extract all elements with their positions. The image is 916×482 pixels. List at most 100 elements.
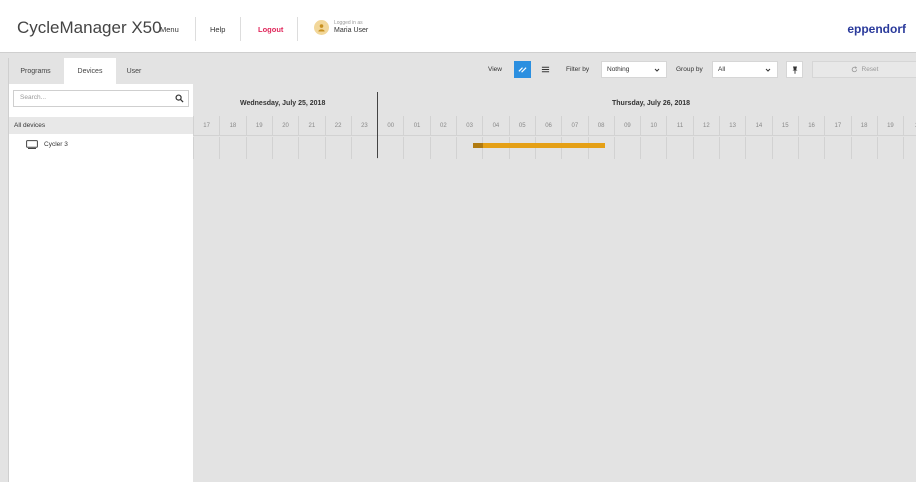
timeline-view-button[interactable] bbox=[514, 61, 531, 78]
timeline-row-cell bbox=[377, 137, 403, 159]
timeline-view-icon bbox=[518, 67, 527, 73]
hour-label: 04 bbox=[482, 116, 508, 136]
list-icon bbox=[541, 66, 550, 73]
hour-label: 09 bbox=[613, 116, 640, 136]
timeline-row-cell bbox=[482, 137, 508, 159]
hour-label: 18 bbox=[219, 116, 245, 136]
timeline-row-cell bbox=[350, 137, 377, 159]
timeline-row-cell bbox=[666, 137, 692, 159]
hour-label: 22 bbox=[324, 116, 351, 136]
hour-label: 16 bbox=[797, 116, 824, 136]
timeline-row-cell bbox=[219, 137, 245, 159]
hour-label: 17 bbox=[824, 116, 850, 136]
day-label: Wednesday, July 25, 2018 bbox=[240, 100, 326, 107]
user-icon bbox=[318, 24, 325, 32]
filter-label: Filter by bbox=[566, 66, 590, 73]
hour-label: 07 bbox=[561, 116, 587, 136]
hour-label: 19 bbox=[245, 116, 272, 136]
all-devices-group[interactable]: All devices bbox=[9, 117, 194, 134]
timeline-row-cell bbox=[797, 137, 824, 159]
hour-label: 17 bbox=[193, 116, 219, 136]
hour-label: 00 bbox=[377, 116, 403, 136]
filter-select[interactable]: Nothing bbox=[601, 61, 667, 78]
hour-label: 23 bbox=[350, 116, 377, 136]
tab-user[interactable]: User bbox=[118, 58, 150, 84]
search-input[interactable] bbox=[20, 94, 160, 101]
tab-programs[interactable]: Programs bbox=[9, 58, 62, 84]
group-value: All bbox=[718, 66, 726, 73]
timeline-row-cell bbox=[850, 137, 877, 159]
device-label: Cycler 3 bbox=[44, 141, 68, 148]
search-box bbox=[13, 90, 189, 107]
search-icon[interactable] bbox=[175, 94, 184, 103]
hour-label: 19 bbox=[876, 116, 903, 136]
timeline-row-cell bbox=[561, 137, 587, 159]
nav-divider bbox=[297, 17, 298, 41]
group-select[interactable]: All bbox=[712, 61, 778, 78]
avatar[interactable] bbox=[314, 20, 329, 35]
timeline-row-cell bbox=[640, 137, 666, 159]
timeline-row-cell bbox=[903, 137, 916, 159]
monitor-icon bbox=[26, 140, 38, 149]
timeline-row-cell bbox=[324, 137, 351, 159]
menu-link[interactable]: Menu bbox=[160, 25, 179, 34]
app-title: CycleManager X50 bbox=[17, 18, 162, 37]
timeline-row-cell bbox=[508, 137, 535, 159]
hour-label: 11 bbox=[666, 116, 692, 136]
hour-label: 08 bbox=[587, 116, 614, 136]
help-link[interactable]: Help bbox=[210, 25, 225, 34]
chevron-down-icon bbox=[654, 68, 660, 72]
timeline-row-cell bbox=[271, 137, 298, 159]
hour-label: 02 bbox=[429, 116, 456, 136]
hour-label: 13 bbox=[719, 116, 745, 136]
pin-button[interactable] bbox=[786, 61, 803, 78]
timeline-row-cell bbox=[692, 137, 719, 159]
timeline-row-cell bbox=[298, 137, 324, 159]
timeline[interactable]: Wednesday, July 25, 2018 Thursday, July … bbox=[193, 88, 916, 160]
logout-link[interactable]: Logout bbox=[258, 25, 283, 34]
run-bar-start-marker bbox=[473, 143, 484, 148]
timeline-row-cell bbox=[613, 137, 640, 159]
refresh-icon bbox=[851, 66, 857, 73]
timeline-row-cell bbox=[429, 137, 456, 159]
timeline-row-cell bbox=[534, 137, 561, 159]
timeline-row-cell bbox=[587, 137, 614, 159]
timeline-row-cell bbox=[719, 137, 745, 159]
app-header: CycleManager X50 Menu Help Logout Logged… bbox=[0, 0, 916, 53]
group-label: Group by bbox=[676, 66, 703, 73]
timeline-row-cell bbox=[824, 137, 850, 159]
reset-button[interactable]: Reset bbox=[812, 61, 916, 78]
hour-label: 2 bbox=[903, 116, 916, 136]
reset-label: Reset bbox=[861, 66, 879, 73]
user-name: Maria User bbox=[334, 27, 369, 34]
hour-label: 15 bbox=[771, 116, 798, 136]
hour-label: 10 bbox=[640, 116, 666, 136]
nav-divider bbox=[240, 17, 241, 41]
list-view-button[interactable] bbox=[537, 61, 554, 78]
tab-devices[interactable]: Devices bbox=[64, 58, 116, 84]
day-divider bbox=[377, 92, 378, 158]
timeline-row-cell bbox=[771, 137, 798, 159]
run-bar[interactable] bbox=[473, 143, 605, 148]
sidebar: Programs Devices User All devices Cycler… bbox=[8, 58, 194, 482]
timeline-row-cell bbox=[456, 137, 482, 159]
timeline-row-cell bbox=[403, 137, 429, 159]
view-label: View bbox=[488, 66, 502, 73]
hour-label: 01 bbox=[403, 116, 429, 136]
hour-label: 12 bbox=[692, 116, 719, 136]
logged-in-label: Logged in as bbox=[334, 20, 363, 26]
chevron-down-icon bbox=[765, 68, 771, 72]
timeline-row-cell bbox=[193, 137, 219, 159]
filter-value: Nothing bbox=[607, 66, 630, 73]
sidebar-tabs: Programs Devices User bbox=[9, 58, 194, 84]
brand-logo: eppendorf bbox=[847, 22, 906, 36]
list-item[interactable]: Cycler 3 bbox=[9, 136, 194, 153]
hour-label: 03 bbox=[456, 116, 482, 136]
timeline-row-cell bbox=[745, 137, 771, 159]
hour-label: 21 bbox=[298, 116, 324, 136]
timeline-row-cell bbox=[876, 137, 903, 159]
hour-label: 05 bbox=[508, 116, 535, 136]
hour-label: 06 bbox=[534, 116, 561, 136]
hour-label: 14 bbox=[745, 116, 771, 136]
hour-label: 20 bbox=[271, 116, 298, 136]
